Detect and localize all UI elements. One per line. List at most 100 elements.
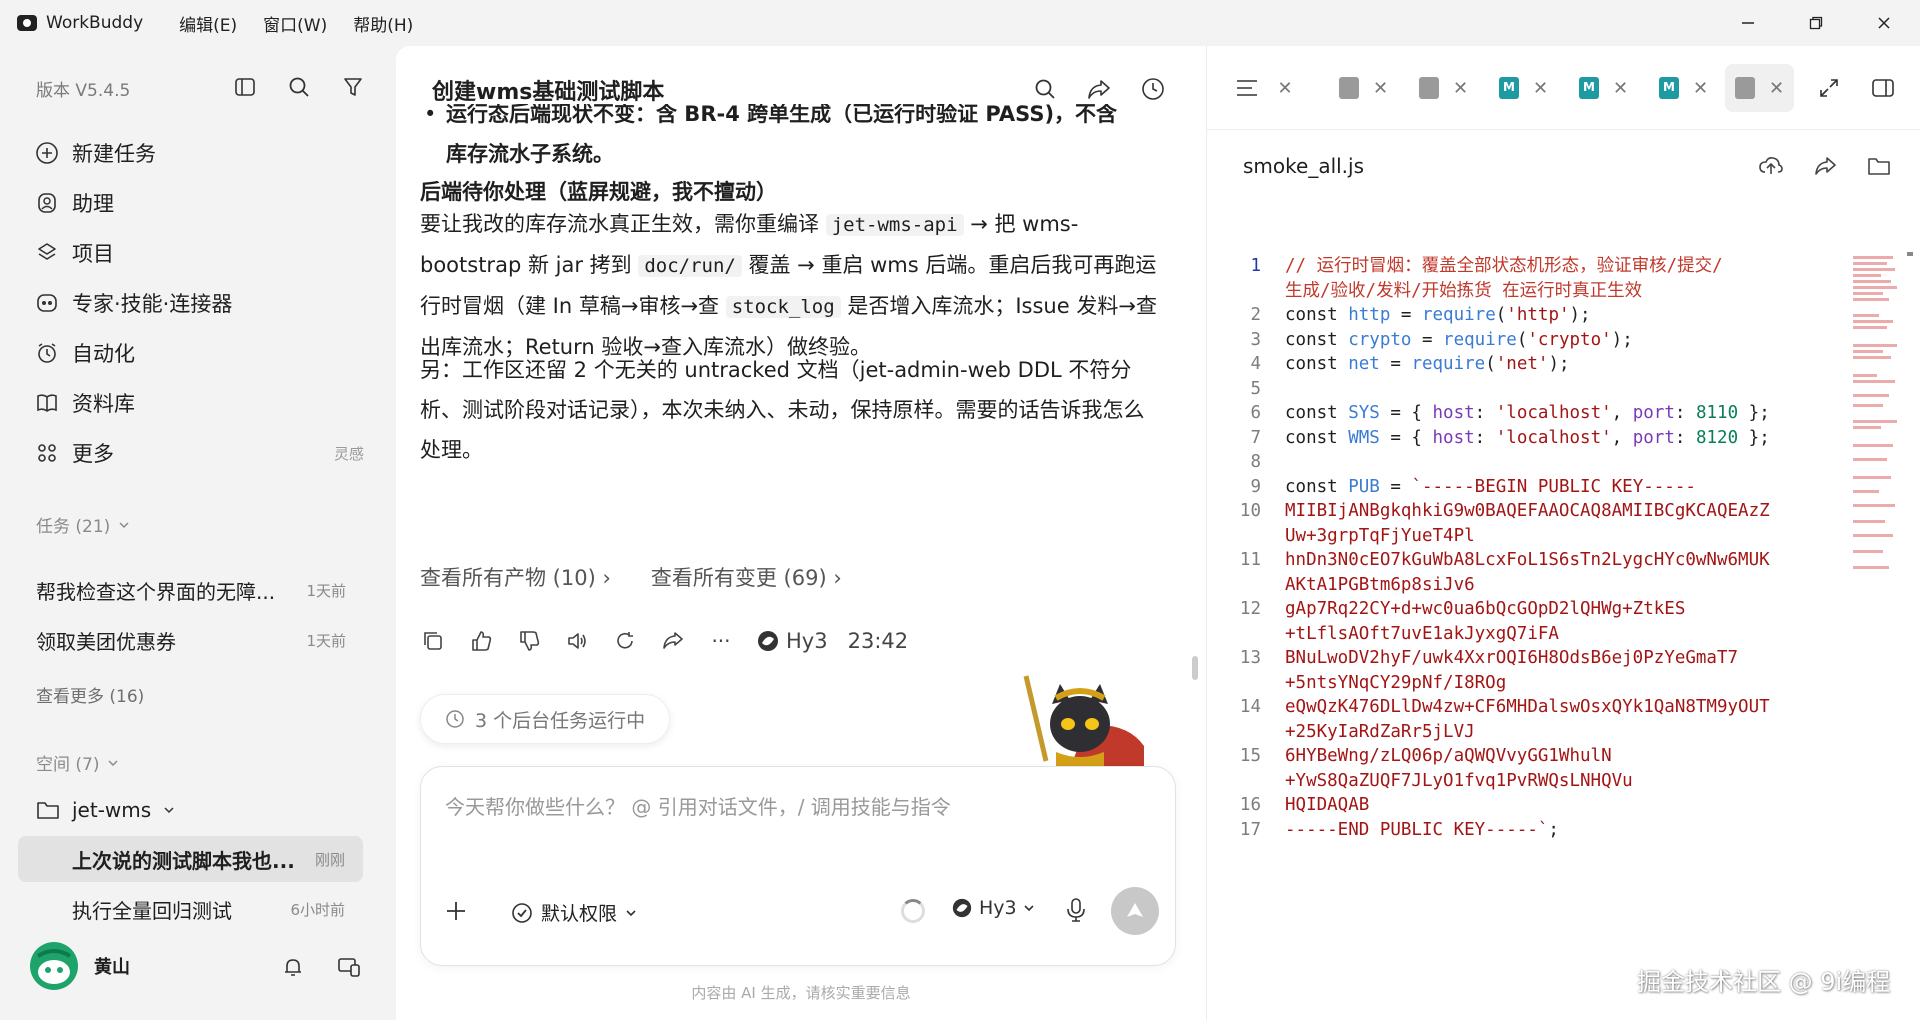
user-profile[interactable]: 黄山	[30, 942, 130, 990]
close-window-button[interactable]	[1852, 0, 1916, 46]
code-line[interactable]: 16 HQIDAQAB	[1207, 793, 1847, 818]
code-line[interactable]: 14 eQwQzK476DLlDw4zw+CF6MHDalswOsxQYk1QaN…	[1207, 695, 1847, 720]
close-icon[interactable]: ✕	[1693, 78, 1708, 99]
file-tab-markdown[interactable]: M ✕	[1649, 64, 1718, 112]
more-actions-button[interactable]: ···	[708, 628, 734, 654]
code-line[interactable]: +25KyIaRdZaRr5jLVJ	[1207, 720, 1847, 745]
code-line[interactable]: +tLflsAOft7uvE1akJyxgQ7iFA	[1207, 622, 1847, 647]
toggle-sidebar-button[interactable]	[230, 72, 260, 102]
restore-button[interactable]	[1784, 0, 1848, 46]
chat-scrollbar[interactable]	[1192, 656, 1198, 680]
devices-button[interactable]	[334, 952, 364, 982]
all-artifacts-link[interactable]: 查看所有产物 (10) ›	[420, 562, 611, 592]
close-icon[interactable]: ✕	[1533, 78, 1548, 99]
nav-more[interactable]: 更多 灵感	[34, 433, 364, 473]
menu-edit[interactable]: 编辑(E)	[179, 11, 237, 36]
code-line[interactable]: 2 const http = require('http');	[1207, 303, 1847, 328]
code-line[interactable]: 12 gAp7Rq22CY+d+wc0ua6bQcGOpD2lQHWg+ZtkES	[1207, 597, 1847, 622]
spaces-section-header[interactable]: 空间 (7)	[36, 750, 119, 775]
subtask-item-active[interactable]: 上次说的测试脚本我也... 刚刚	[18, 836, 363, 882]
close-icon[interactable]: ✕	[1453, 78, 1468, 99]
nav-project[interactable]: 项目	[34, 233, 364, 273]
code-line[interactable]: 5	[1207, 377, 1847, 402]
code-minimap[interactable]	[1851, 254, 1899, 584]
code-line[interactable]: 4 const net = require('net');	[1207, 352, 1847, 377]
background-tasks-pill[interactable]: 3 个后台任务运行中	[420, 694, 671, 744]
editor-scrollbar[interactable]	[1907, 252, 1913, 256]
code-editor[interactable]: 1 // 运行时冒烟：覆盖全部状态机形态，验证审核/提交/生成/验收/发料/开始拣…	[1207, 254, 1847, 842]
maximize-editor-button[interactable]	[1813, 72, 1845, 104]
code-line[interactable]: 13 BNuLwoDV2hyF/uwk4XxrOQI6H8OdsB6ej0PzYe…	[1207, 646, 1847, 671]
nav-library[interactable]: 资料库	[34, 383, 364, 423]
toggle-panel-button[interactable]	[1867, 72, 1899, 104]
code-line[interactable]: +YwS8QaZUQF7JLyO1fvq1PvRWQsLNHQVu	[1207, 769, 1847, 794]
nav-expert-skills[interactable]: 专家·技能·连接器	[34, 283, 364, 323]
notifications-button[interactable]	[278, 952, 308, 982]
code-line[interactable]: Uw+3grpTqFjYueT4Pl	[1207, 524, 1847, 549]
ai-disclaimer: 内容由 AI 生成，请核实重要信息	[691, 984, 911, 1002]
share-file-button[interactable]	[1809, 150, 1841, 182]
regenerate-button[interactable]	[612, 628, 638, 654]
attach-button[interactable]	[445, 895, 467, 930]
panel-icon	[1872, 79, 1894, 97]
menu-window[interactable]: 窗口(W)	[263, 11, 327, 36]
code-line[interactable]: +5ntsYNqCY29pNf/I8ROg	[1207, 671, 1847, 696]
nav-assistant[interactable]: 助理	[34, 183, 364, 223]
like-button[interactable]	[468, 628, 494, 654]
space-folder-jet-wms[interactable]: jet-wms	[36, 792, 175, 828]
model-selector[interactable]: Hy3	[951, 897, 1035, 919]
voice-input-button[interactable]	[1065, 897, 1087, 927]
dislike-button[interactable]	[516, 628, 542, 654]
code-line[interactable]: 15 6HYBeWng/zLQ06p/aQWQVvyGG1WhulN	[1207, 744, 1847, 769]
permission-selector[interactable]: 默认权限	[511, 899, 637, 926]
close-tab-button[interactable]: ✕	[1269, 72, 1301, 104]
code-line[interactable]: 7 const WMS = { host: 'localhost', port: …	[1207, 426, 1847, 451]
filter-button[interactable]	[338, 72, 368, 102]
forward-button[interactable]	[660, 628, 686, 654]
close-icon[interactable]: ✕	[1613, 78, 1628, 99]
file-icon	[1339, 77, 1359, 99]
inspiration-hint[interactable]: 灵感	[334, 443, 364, 464]
subtask-item[interactable]: 执行全量回归测试 6小时前	[18, 886, 363, 932]
upload-button[interactable]	[1755, 150, 1787, 182]
close-icon[interactable]: ✕	[1373, 78, 1388, 99]
code-line[interactable]: 8	[1207, 450, 1847, 475]
menu-help[interactable]: 帮助(H)	[353, 11, 413, 36]
chat-search-button[interactable]	[1028, 72, 1062, 106]
code-line[interactable]: 17 -----END PUBLIC KEY-----`;	[1207, 818, 1847, 843]
code-line[interactable]: 1 // 运行时冒烟：覆盖全部状态机形态，验证审核/提交/	[1207, 254, 1847, 279]
file-tab-markdown[interactable]: M ✕	[1569, 64, 1638, 112]
paragraph-note: 另：工作区还留 2 个无关的 untracked 文档（jet-admin-we…	[420, 358, 1145, 462]
file-tab[interactable]: ✕	[1329, 64, 1398, 112]
composer-input[interactable]: 今天帮你做些什么？ @ 引用对话文件，/ 调用技能与指令	[445, 791, 951, 820]
close-icon[interactable]: ✕	[1769, 78, 1784, 99]
nav-automation[interactable]: 自动化	[34, 333, 364, 373]
code-line[interactable]: 生成/验收/发料/开始拣货 在运行时真正生效	[1207, 279, 1847, 304]
code-line[interactable]: 3 const crypto = require('crypto');	[1207, 328, 1847, 353]
see-more-tasks-link[interactable]: 查看更多 (16)	[36, 682, 144, 707]
copy-button[interactable]	[420, 628, 446, 654]
history-button[interactable]	[1136, 72, 1170, 106]
code-line[interactable]: AKtA1PGBtm6p8siJv6	[1207, 573, 1847, 598]
code-line[interactable]: 9 const PUB = `-----BEGIN PUBLIC KEY-----	[1207, 475, 1847, 500]
code-line[interactable]: 10 MIIBIjANBgkqhkiG9w0BAQEFAAOCAQ8AMIIBCg…	[1207, 499, 1847, 524]
open-folder-button[interactable]	[1863, 150, 1895, 182]
task-item[interactable]: 领取美团优惠券 1天前	[36, 620, 346, 660]
code-text: +5ntsYNqCY29pNf/I8ROg	[1285, 672, 1507, 693]
line-number: 11	[1239, 550, 1261, 570]
file-tab[interactable]: ✕	[1409, 64, 1478, 112]
send-button[interactable]	[1111, 887, 1159, 935]
search-button[interactable]	[284, 72, 314, 102]
file-tab-active[interactable]: ✕	[1725, 64, 1795, 112]
code-line[interactable]: 6 const SYS = { host: 'localhost', port: …	[1207, 401, 1847, 426]
code-line[interactable]: 11 hnDn3N0cEO7kGuWbA8LcxFoL1S6sTn2LygcHYc…	[1207, 548, 1847, 573]
all-changes-link[interactable]: 查看所有变更 (69) ›	[651, 562, 842, 592]
task-item[interactable]: 帮我检查这个界面的无障... 1天前	[36, 570, 346, 610]
outline-button[interactable]	[1231, 72, 1263, 104]
tasks-section-header[interactable]: 任务 (21)	[36, 512, 130, 537]
minimize-button[interactable]	[1716, 0, 1780, 46]
share-button[interactable]	[1082, 72, 1116, 106]
nav-new-task[interactable]: 新建任务	[34, 133, 364, 173]
read-aloud-button[interactable]	[564, 628, 590, 654]
file-tab-markdown[interactable]: M ✕	[1489, 64, 1558, 112]
